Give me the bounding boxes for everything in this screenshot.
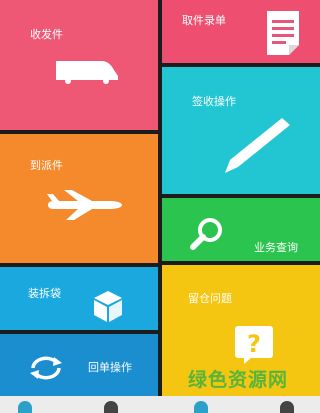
document-icon bbox=[267, 11, 299, 55]
tile-business-query[interactable]: 业务查询 bbox=[162, 198, 320, 261]
tile-dispatch-label: 到派件 bbox=[30, 159, 63, 172]
pen-icon bbox=[225, 118, 290, 173]
nav-item-3[interactable] bbox=[194, 401, 208, 413]
tile-sign-label: 签收操作 bbox=[192, 95, 236, 108]
refresh-icon bbox=[30, 356, 62, 380]
nav-item-1[interactable] bbox=[18, 401, 32, 413]
tile-dispatch[interactable]: 到派件 bbox=[0, 134, 158, 263]
tile-return-receipt[interactable]: 回单操作 bbox=[0, 334, 158, 396]
question-icon: ? bbox=[235, 326, 273, 364]
van-icon bbox=[56, 61, 118, 84]
watermark-text: 绿色资源网 bbox=[188, 369, 289, 391]
magnifier-icon bbox=[190, 218, 222, 250]
tile-receive[interactable]: 收发件 bbox=[0, 0, 158, 130]
box-icon bbox=[94, 291, 122, 322]
tile-receive-label: 收发件 bbox=[30, 28, 63, 41]
nav-item-4[interactable] bbox=[280, 401, 294, 413]
tile-business-query-label: 业务查询 bbox=[254, 241, 298, 254]
airplane-icon bbox=[47, 190, 122, 220]
bottom-nav-bar bbox=[0, 396, 320, 413]
tile-pickup-entry-label: 取件录单 bbox=[182, 14, 226, 27]
tile-sign[interactable]: 签收操作 bbox=[162, 67, 320, 194]
svg-text:?: ? bbox=[247, 330, 261, 358]
tile-pack-bag[interactable]: 装拆袋 bbox=[0, 267, 158, 330]
tile-return-receipt-label: 回单操作 bbox=[88, 361, 132, 374]
tile-pack-bag-label: 装拆袋 bbox=[28, 287, 61, 300]
tile-pickup-entry[interactable]: 取件录单 bbox=[162, 0, 320, 63]
tile-warehouse-issue-label: 留仓问题 bbox=[188, 292, 232, 305]
nav-item-2[interactable] bbox=[104, 401, 118, 413]
